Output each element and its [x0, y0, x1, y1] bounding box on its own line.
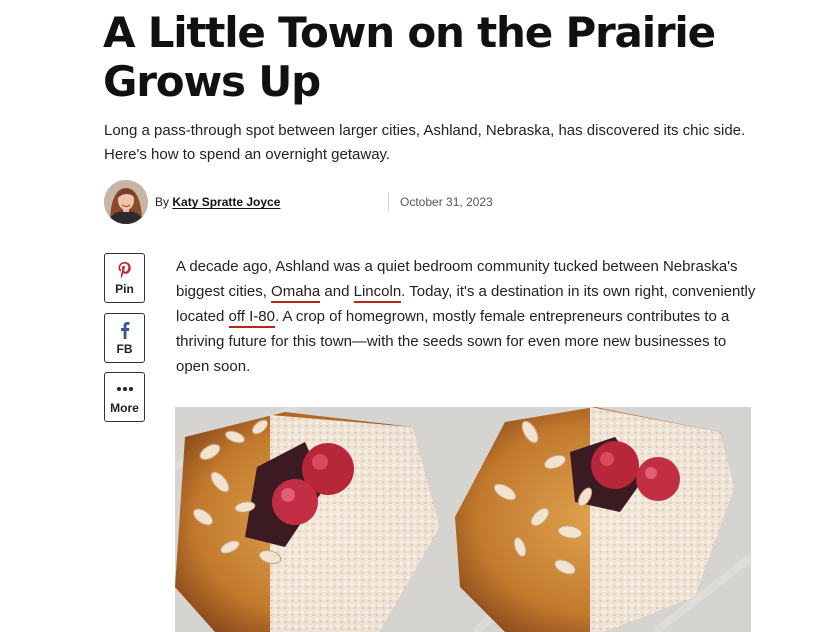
article-headline: A Little Town on the Prairie Grows Up — [103, 8, 716, 106]
body-text-segment: and — [320, 283, 354, 300]
pinterest-icon — [105, 261, 144, 279]
fb-label: FB — [116, 342, 133, 356]
article-body-paragraph: A decade ago, Ashland was a quiet bedroo… — [176, 254, 756, 379]
link-lincoln[interactable]: Lincoln — [353, 283, 402, 303]
article-dek: Long a pass-through spot between larger … — [104, 122, 746, 163]
facebook-icon — [105, 321, 144, 339]
byline-text: By Katy Spratte Joyce — [155, 195, 280, 209]
byline: By Katy Spratte Joyce October 31, 2023 — [104, 180, 524, 226]
pin-label: Pin — [115, 282, 134, 296]
byline-divider — [388, 192, 389, 212]
link-omaha[interactable]: Omaha — [271, 283, 321, 303]
hero-image-pastries — [175, 407, 751, 632]
author-link[interactable]: Katy Spratte Joyce — [172, 195, 280, 209]
publish-date: October 31, 2023 — [400, 195, 493, 209]
link-off-i80[interactable]: off I-80 — [228, 308, 275, 328]
author-avatar[interactable] — [104, 180, 148, 224]
facebook-share-button[interactable]: FB — [104, 313, 145, 363]
more-label: More — [110, 401, 139, 415]
more-dots-icon — [105, 380, 144, 398]
more-share-button[interactable]: More — [104, 372, 145, 422]
pinterest-share-button[interactable]: Pin — [104, 253, 145, 303]
byline-prefix: By — [155, 195, 170, 209]
